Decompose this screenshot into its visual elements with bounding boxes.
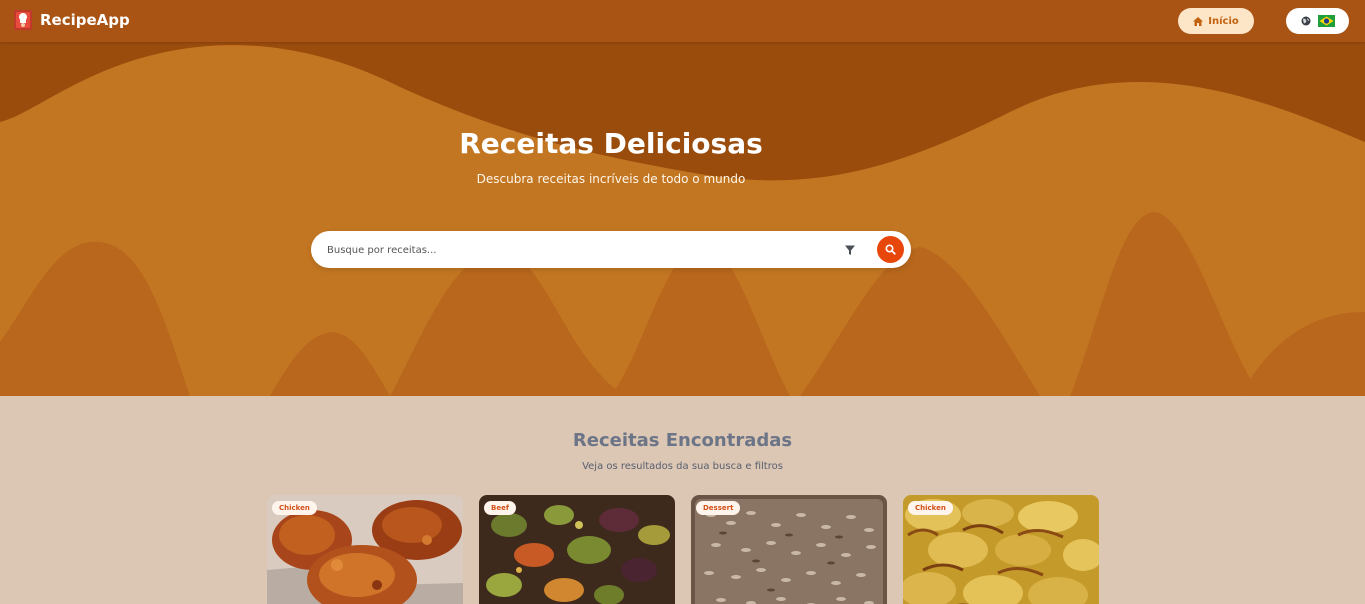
filter-icon[interactable] xyxy=(844,244,856,256)
brand-name: RecipeApp xyxy=(40,11,130,29)
brazil-flag-icon xyxy=(1317,15,1335,27)
results-title: Receitas Encontradas xyxy=(572,430,793,451)
search-bar xyxy=(311,231,911,268)
category-badge: Chicken xyxy=(272,501,317,515)
search-button[interactable] xyxy=(877,236,904,263)
globe-icon xyxy=(1301,16,1310,26)
language-selector[interactable] xyxy=(1286,8,1349,34)
navbar: RecipeApp Início xyxy=(0,0,1365,42)
hero-wave-background xyxy=(0,42,1365,396)
category-badge: Dessert xyxy=(696,501,741,515)
category-badge: Beef xyxy=(484,501,516,515)
recipe-card[interactable]: Chicken xyxy=(903,495,1099,604)
home-button-label: Início xyxy=(1208,15,1239,27)
home-button[interactable]: Início xyxy=(1178,8,1254,34)
hero-title: Receitas Deliciosas xyxy=(459,127,763,160)
category-badge: Chicken xyxy=(908,501,953,515)
home-icon xyxy=(1193,16,1204,26)
hero-section: Receitas Deliciosas Descubra receitas in… xyxy=(0,42,1365,396)
brand-link[interactable]: RecipeApp xyxy=(13,9,130,31)
results-subtitle: Veja os resultados da sua busca e filtro… xyxy=(582,461,783,472)
chef-book-icon xyxy=(14,10,32,30)
recipe-card[interactable]: Chicken xyxy=(267,495,463,604)
search-icon xyxy=(885,244,896,255)
recipe-card[interactable]: Beef xyxy=(479,495,675,604)
search-input[interactable] xyxy=(327,240,827,260)
hero-subtitle: Descubra receitas incríveis de todo o mu… xyxy=(476,172,746,186)
recipe-card[interactable]: Dessert xyxy=(691,495,887,604)
